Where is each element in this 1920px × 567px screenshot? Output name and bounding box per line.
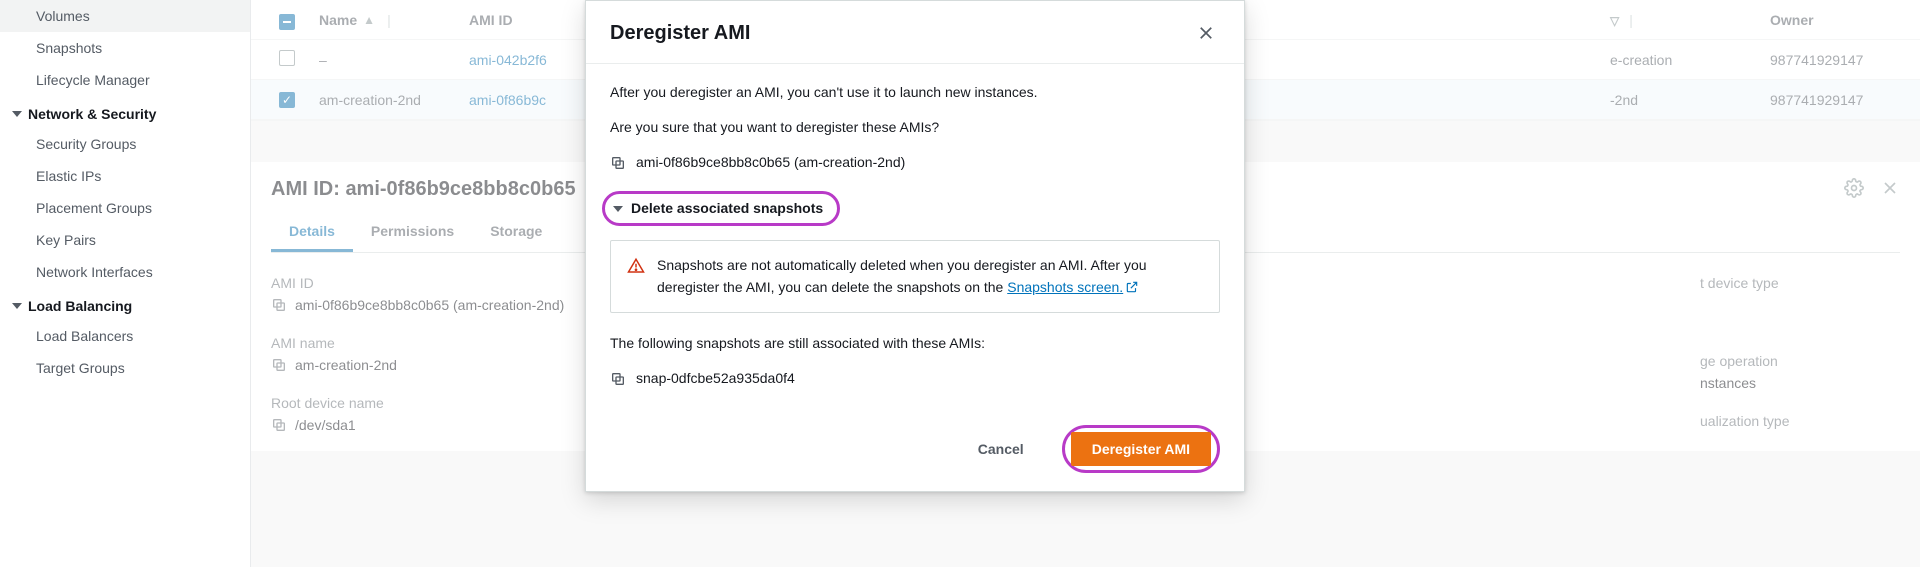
- table-header-ami-id[interactable]: AMI ID: [469, 12, 513, 28]
- sidebar-item-elastic-ips[interactable]: Elastic IPs: [0, 160, 250, 192]
- deregister-ami-modal: Deregister AMI After you deregister an A…: [585, 0, 1245, 492]
- modal-snapshot-id: snap-0dfcbe52a935da0f4: [636, 368, 795, 389]
- deregister-ami-button[interactable]: Deregister AMI: [1071, 432, 1211, 466]
- modal-snapshot-entry: snap-0dfcbe52a935da0f4: [610, 368, 1220, 389]
- sort-asc-icon: ▲: [363, 13, 375, 27]
- copy-icon[interactable]: [271, 417, 287, 433]
- sidebar: Volumes Snapshots Lifecycle Manager Netw…: [0, 0, 250, 567]
- field-value-root-device: /dev/sda1: [295, 417, 356, 433]
- cell-ami-id-link[interactable]: ami-0f86b9c: [469, 92, 546, 108]
- caret-down-icon: [613, 206, 623, 212]
- close-icon[interactable]: [1880, 178, 1900, 198]
- copy-icon[interactable]: [610, 155, 626, 171]
- field-label-partial: ualization type: [1700, 413, 1900, 429]
- copy-icon[interactable]: [610, 371, 626, 387]
- field-value-partial: nstances: [1700, 375, 1900, 391]
- sidebar-section-label: Network & Security: [28, 106, 156, 122]
- snapshot-warning-box: Snapshots are not automatically deleted …: [610, 240, 1220, 313]
- row-checkbox[interactable]: [279, 92, 295, 108]
- cell-owner: 987741929147: [1760, 52, 1920, 68]
- gear-icon[interactable]: [1844, 178, 1864, 198]
- annotation-highlight: Delete associated snapshots: [602, 191, 840, 226]
- field-value-ami-id: ami-0f86b9ce8bb8c0b65 (am-creation-2nd): [295, 297, 564, 313]
- modal-footer: Cancel Deregister AMI: [586, 411, 1244, 491]
- field-label-partial: ge operation: [1700, 353, 1900, 369]
- modal-intro-text: After you deregister an AMI, you can't u…: [610, 82, 1220, 103]
- modal-confirm-question: Are you sure that you want to deregister…: [610, 117, 1220, 138]
- caret-down-icon: [12, 303, 22, 309]
- field-value-ami-name: am-creation-2nd: [295, 357, 397, 373]
- modal-ami-id-text: ami-0f86b9ce8bb8c0b65 (am-creation-2nd): [636, 152, 905, 173]
- table-header-name[interactable]: Name: [319, 12, 357, 28]
- field-label-partial: t device type: [1700, 275, 1900, 291]
- modal-ami-entry: ami-0f86b9ce8bb8c0b65 (am-creation-2nd): [610, 152, 1220, 173]
- modal-title: Deregister AMI: [610, 22, 750, 45]
- sidebar-section-load-balancing[interactable]: Load Balancing: [0, 288, 250, 320]
- snapshots-screen-link[interactable]: Snapshots screen.: [1007, 279, 1139, 295]
- sidebar-item-security-groups[interactable]: Security Groups: [0, 128, 250, 160]
- associated-snapshots-text: The following snapshots are still associ…: [610, 333, 1220, 354]
- cell-name: am-creation-2nd: [309, 92, 459, 108]
- table-header-owner[interactable]: Owner: [1770, 12, 1814, 28]
- select-all-checkbox[interactable]: [279, 14, 295, 30]
- modal-body: After you deregister an AMI, you can't u…: [586, 64, 1244, 411]
- warning-icon: [627, 257, 645, 275]
- sidebar-item-load-balancers[interactable]: Load Balancers: [0, 320, 250, 352]
- sidebar-item-lifecycle-manager[interactable]: Lifecycle Manager: [0, 64, 250, 96]
- annotation-highlight: Deregister AMI: [1062, 425, 1220, 473]
- tab-storage[interactable]: Storage: [472, 213, 560, 252]
- expander-delete-snapshots[interactable]: Delete associated snapshots: [631, 198, 823, 219]
- sidebar-item-key-pairs[interactable]: Key Pairs: [0, 224, 250, 256]
- sidebar-section-network-security[interactable]: Network & Security: [0, 96, 250, 128]
- copy-icon[interactable]: [271, 297, 287, 313]
- sidebar-item-network-interfaces[interactable]: Network Interfaces: [0, 256, 250, 288]
- row-checkbox[interactable]: [279, 50, 295, 66]
- sort-icon: ▽: [1610, 14, 1619, 28]
- external-link-icon: [1125, 280, 1139, 294]
- cell-ami-id-link[interactable]: ami-042b2f6: [469, 52, 547, 68]
- tab-permissions[interactable]: Permissions: [353, 213, 472, 252]
- tab-details[interactable]: Details: [271, 213, 353, 252]
- copy-icon[interactable]: [271, 357, 287, 373]
- sidebar-section-label: Load Balancing: [28, 298, 132, 314]
- close-button[interactable]: [1192, 19, 1220, 47]
- sidebar-item-placement-groups[interactable]: Placement Groups: [0, 192, 250, 224]
- modal-header: Deregister AMI: [586, 1, 1244, 64]
- warning-text: Snapshots are not automatically deleted …: [657, 255, 1203, 298]
- cell-owner: 987741929147: [1760, 92, 1920, 108]
- sidebar-item-target-groups[interactable]: Target Groups: [0, 352, 250, 384]
- caret-down-icon: [12, 111, 22, 117]
- cell-source: e-creation: [1600, 52, 1760, 68]
- sidebar-item-volumes[interactable]: Volumes: [0, 0, 250, 32]
- cell-name: –: [309, 52, 459, 68]
- sidebar-item-snapshots[interactable]: Snapshots: [0, 32, 250, 64]
- cell-source: -2nd: [1600, 92, 1760, 108]
- cancel-button[interactable]: Cancel: [958, 433, 1044, 465]
